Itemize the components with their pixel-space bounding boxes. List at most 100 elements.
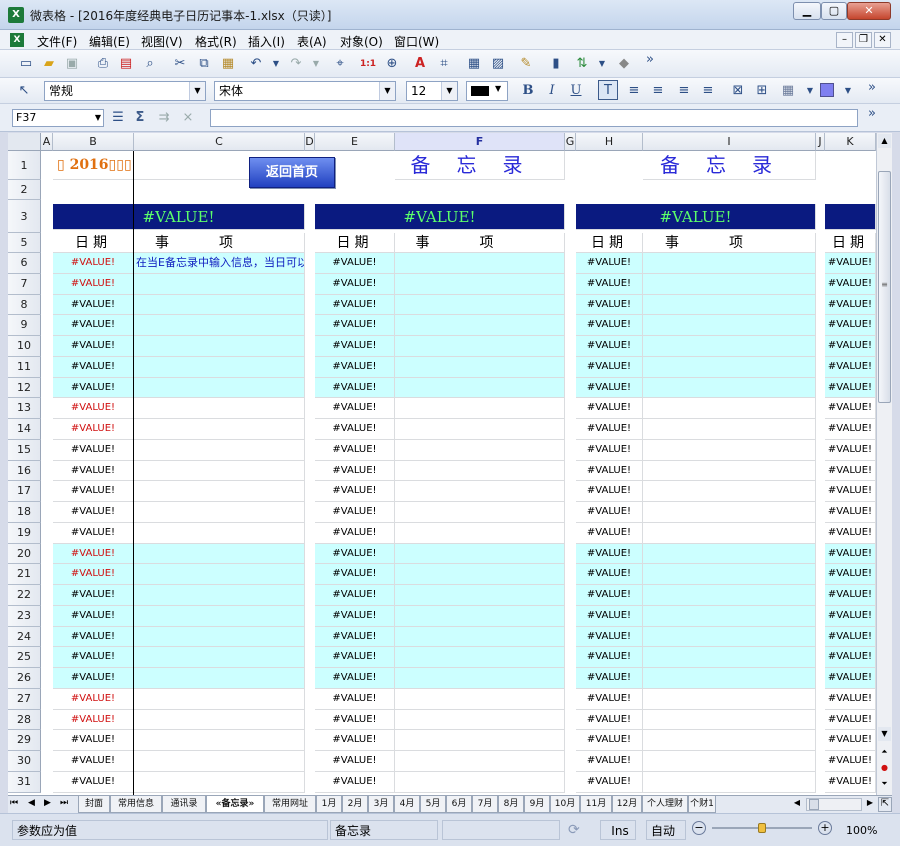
date-cell[interactable]: #VALUE! bbox=[576, 564, 643, 585]
date-cell[interactable]: #VALUE! bbox=[825, 522, 876, 544]
date-cell[interactable]: #VALUE! bbox=[576, 439, 643, 461]
zoom-100-icon[interactable]: 1:1 bbox=[358, 54, 378, 74]
find-icon[interactable]: ⌖ bbox=[330, 54, 350, 74]
item-cell[interactable] bbox=[134, 709, 305, 731]
item-cell[interactable] bbox=[395, 730, 565, 751]
item-cell[interactable] bbox=[134, 377, 305, 399]
item-cell[interactable] bbox=[395, 419, 565, 440]
first-sheet-icon[interactable]: ⏮ bbox=[10, 798, 18, 808]
item-cell[interactable] bbox=[134, 626, 305, 648]
item-cell[interactable] bbox=[395, 336, 565, 357]
row-header-1[interactable]: 1 bbox=[8, 151, 41, 180]
last-sheet-icon[interactable]: ⏭ bbox=[60, 798, 68, 808]
date-cell[interactable]: #VALUE! bbox=[825, 668, 876, 689]
item-cell[interactable] bbox=[395, 605, 565, 627]
date-cell[interactable]: #VALUE! bbox=[576, 502, 643, 523]
column-header-b[interactable]: B bbox=[53, 133, 134, 151]
border-style-icon[interactable]: ▦ bbox=[778, 81, 798, 101]
row-header-20[interactable]: 20 bbox=[8, 543, 41, 565]
new-file-icon[interactable]: ▭ bbox=[16, 54, 36, 74]
item-cell[interactable] bbox=[134, 502, 305, 523]
sheet-tab[interactable]: 个人理财 bbox=[642, 796, 688, 813]
item-cell[interactable] bbox=[134, 605, 305, 627]
date-cell[interactable]: #VALUE! bbox=[576, 688, 643, 710]
date-cell[interactable]: #VALUE! bbox=[315, 377, 395, 399]
date-cell[interactable]: #VALUE! bbox=[825, 543, 876, 565]
row-header-17[interactable]: 17 bbox=[8, 481, 41, 502]
date-cell[interactable]: #VALUE! bbox=[315, 605, 395, 627]
item-cell[interactable] bbox=[395, 543, 565, 565]
item-cell[interactable] bbox=[643, 730, 816, 751]
item-cell[interactable] bbox=[643, 356, 816, 378]
sort-icon[interactable]: ⇅ bbox=[572, 54, 592, 74]
item-cell[interactable] bbox=[643, 481, 816, 502]
column-header-h[interactable]: H bbox=[576, 133, 643, 151]
date-cell[interactable]: #VALUE! bbox=[53, 522, 134, 544]
date-cell[interactable]: #VALUE! bbox=[825, 481, 876, 502]
column-header-k[interactable]: K bbox=[825, 133, 876, 151]
toolbar2-overflow-icon[interactable]: » bbox=[862, 78, 882, 98]
item-cell[interactable] bbox=[395, 626, 565, 648]
undo-dropdown-icon[interactable]: ▼ bbox=[266, 54, 286, 74]
zoom-out-icon[interactable]: − bbox=[692, 821, 706, 835]
item-cell[interactable] bbox=[134, 668, 305, 689]
date-cell[interactable]: #VALUE! bbox=[576, 626, 643, 648]
item-cell[interactable] bbox=[134, 585, 305, 606]
date-cell[interactable]: #VALUE! bbox=[315, 647, 395, 668]
item-cell[interactable] bbox=[395, 398, 565, 419]
close-button[interactable]: ✕ bbox=[847, 2, 891, 20]
font-color-picker[interactable]: ▼ bbox=[466, 81, 508, 101]
print-icon[interactable]: ⎙ bbox=[93, 54, 113, 74]
item-cell[interactable] bbox=[134, 481, 305, 502]
date-cell[interactable]: #VALUE! bbox=[315, 356, 395, 378]
italic-icon[interactable]: I bbox=[542, 81, 562, 101]
row-header-22[interactable]: 22 bbox=[8, 585, 41, 606]
item-cell[interactable] bbox=[134, 294, 305, 316]
item-cell[interactable] bbox=[395, 481, 565, 502]
date-cell[interactable]: #VALUE! bbox=[576, 647, 643, 668]
item-cell[interactable] bbox=[134, 273, 305, 295]
row-header-16[interactable]: 16 bbox=[8, 460, 41, 482]
date-cell[interactable]: #VALUE! bbox=[53, 771, 134, 793]
item-cell[interactable] bbox=[395, 460, 565, 482]
sheet-tab[interactable]: 3月 bbox=[368, 796, 394, 813]
sheet-tab[interactable]: 2月 bbox=[342, 796, 368, 813]
date-cell[interactable]: #VALUE! bbox=[53, 356, 134, 378]
sheet-tab[interactable]: 8月 bbox=[498, 796, 524, 813]
sheet-tab[interactable]: 9月 bbox=[524, 796, 550, 813]
menu-table[interactable]: 表(A) bbox=[297, 33, 327, 50]
date-cell[interactable]: #VALUE! bbox=[576, 419, 643, 440]
date-cell[interactable]: #VALUE! bbox=[576, 336, 643, 357]
date-cell[interactable]: #VALUE! bbox=[576, 273, 643, 295]
item-cell[interactable] bbox=[395, 668, 565, 689]
item-cell[interactable] bbox=[134, 315, 305, 336]
item-cell[interactable] bbox=[643, 668, 816, 689]
cut-icon[interactable]: ✂ bbox=[170, 54, 190, 74]
font-size-select[interactable]: 12 ▼ bbox=[406, 81, 458, 101]
name-box[interactable]: F37 ▼ bbox=[12, 109, 104, 127]
date-cell[interactable]: #VALUE! bbox=[53, 460, 134, 482]
item-cell[interactable] bbox=[134, 543, 305, 565]
format-painter-icon[interactable]: ✎ bbox=[516, 54, 536, 74]
border-dropdown-icon[interactable]: ▼ bbox=[800, 81, 820, 101]
date-cell[interactable]: #VALUE! bbox=[825, 460, 876, 482]
next-sheet-icon[interactable]: ▶ bbox=[44, 798, 51, 808]
date-cell[interactable]: #VALUE! bbox=[576, 605, 643, 627]
row-header-10[interactable]: 10 bbox=[8, 336, 41, 357]
date-cell[interactable]: #VALUE! bbox=[576, 771, 643, 793]
menu-insert[interactable]: 插入(I) bbox=[248, 33, 285, 50]
scroll-down-icon[interactable]: ▼ bbox=[878, 727, 891, 741]
align-center-icon[interactable]: ≡ bbox=[648, 81, 668, 101]
save-icon[interactable]: ▣ bbox=[62, 54, 82, 74]
row-header-14[interactable]: 14 bbox=[8, 419, 41, 440]
row-header-2[interactable]: 2 bbox=[8, 180, 41, 200]
date-cell[interactable]: #VALUE! bbox=[53, 585, 134, 606]
column-header-d[interactable]: D bbox=[305, 133, 315, 151]
sum-icon[interactable]: Σ bbox=[130, 108, 150, 128]
sheet-tab[interactable]: 通讯录 bbox=[162, 796, 206, 813]
date-cell[interactable]: #VALUE! bbox=[825, 585, 876, 606]
item-cell[interactable] bbox=[395, 294, 565, 316]
item-cell[interactable] bbox=[134, 522, 305, 544]
date-cell[interactable]: #VALUE! bbox=[825, 294, 876, 316]
row-header-31[interactable]: 31 bbox=[8, 771, 41, 793]
